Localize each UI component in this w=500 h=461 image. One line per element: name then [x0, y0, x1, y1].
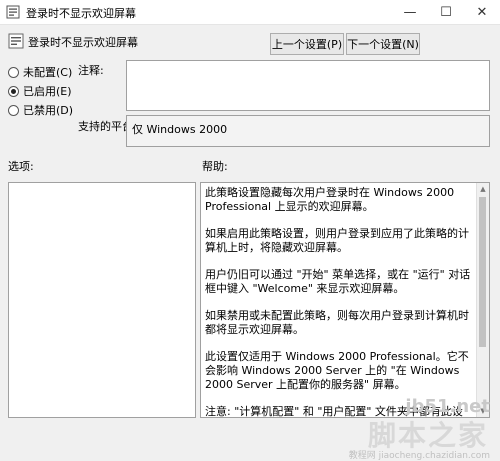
next-setting-button[interactable]: 下一个设置(N) — [346, 33, 420, 55]
comment-label: 注释: — [78, 64, 104, 77]
radio-disabled[interactable]: 已禁用(D) — [8, 102, 73, 118]
title-bar: 登录时不显示欢迎屏幕 — ☐ ✕ — [0, 0, 500, 25]
window-title: 登录时不显示欢迎屏幕 — [26, 7, 136, 20]
platform-field[interactable]: 仅 Windows 2000 — [126, 115, 490, 147]
radio-disabled-label: 已禁用(D) — [23, 104, 74, 117]
platform-value: 仅 Windows 2000 — [132, 123, 228, 136]
radio-circle[interactable] — [8, 104, 19, 116]
radio-circle[interactable] — [8, 66, 19, 78]
radio-not-configured[interactable]: 未配置(C) — [8, 64, 72, 80]
close-icon: ✕ — [476, 4, 488, 20]
help-scrollbar[interactable]: ▲ ▼ — [476, 183, 489, 417]
scroll-up-icon[interactable]: ▲ — [477, 183, 489, 195]
help-paragraph: 用户仍旧可以通过 "开始" 菜单选择，或在 "运行" 对话框中键入 "Welco… — [205, 268, 471, 295]
minimize-button[interactable]: — — [392, 0, 428, 24]
help-text: 此策略设置隐藏每次用户登录时在 Windows 2000 Professiona… — [205, 186, 475, 417]
help-panel[interactable]: 此策略设置隐藏每次用户登录时在 Windows 2000 Professiona… — [200, 182, 490, 418]
previous-setting-label: 上一个设置(P) — [271, 38, 343, 51]
help-paragraph: 此设置仅适用于 Windows 2000 Professional。它不会影响 … — [205, 350, 469, 391]
policy-settings-icon — [6, 5, 20, 19]
radio-not-configured-label: 未配置(C) — [23, 66, 73, 79]
help-paragraph: 如果禁用或未配置此策略，则每次用户登录到计算机时都将显示欢迎屏幕。 — [205, 309, 469, 336]
close-button[interactable]: ✕ — [464, 0, 500, 24]
radio-enabled-label: 已启用(E) — [23, 85, 72, 98]
policy-name: 登录时不显示欢迎屏幕 — [28, 36, 138, 49]
comment-textarea[interactable] — [126, 60, 490, 111]
maximize-button[interactable]: ☐ — [428, 0, 464, 24]
maximize-icon: ☐ — [440, 4, 452, 20]
policy-icon — [8, 33, 24, 49]
options-panel — [8, 182, 196, 418]
scroll-thumb[interactable] — [479, 197, 486, 347]
previous-setting-button[interactable]: 上一个设置(P) — [270, 33, 344, 55]
options-label: 选项: — [8, 160, 34, 173]
next-setting-label: 下一个设置(N) — [347, 38, 419, 51]
help-paragraph: 如果启用此策略设置，则用户登录到应用了此策略的计算机上时，将隐藏欢迎屏幕。 — [205, 227, 469, 254]
radio-enabled[interactable]: 已启用(E) — [8, 83, 72, 99]
help-paragraph: 此策略设置隐藏每次用户登录时在 Windows 2000 Professiona… — [205, 186, 455, 213]
watermark-domain: 教程网 jiaocheng.chazidian.com — [349, 448, 490, 461]
radio-circle-selected[interactable] — [8, 85, 19, 97]
minimize-icon: — — [403, 4, 417, 20]
help-label: 帮助: — [202, 160, 228, 173]
